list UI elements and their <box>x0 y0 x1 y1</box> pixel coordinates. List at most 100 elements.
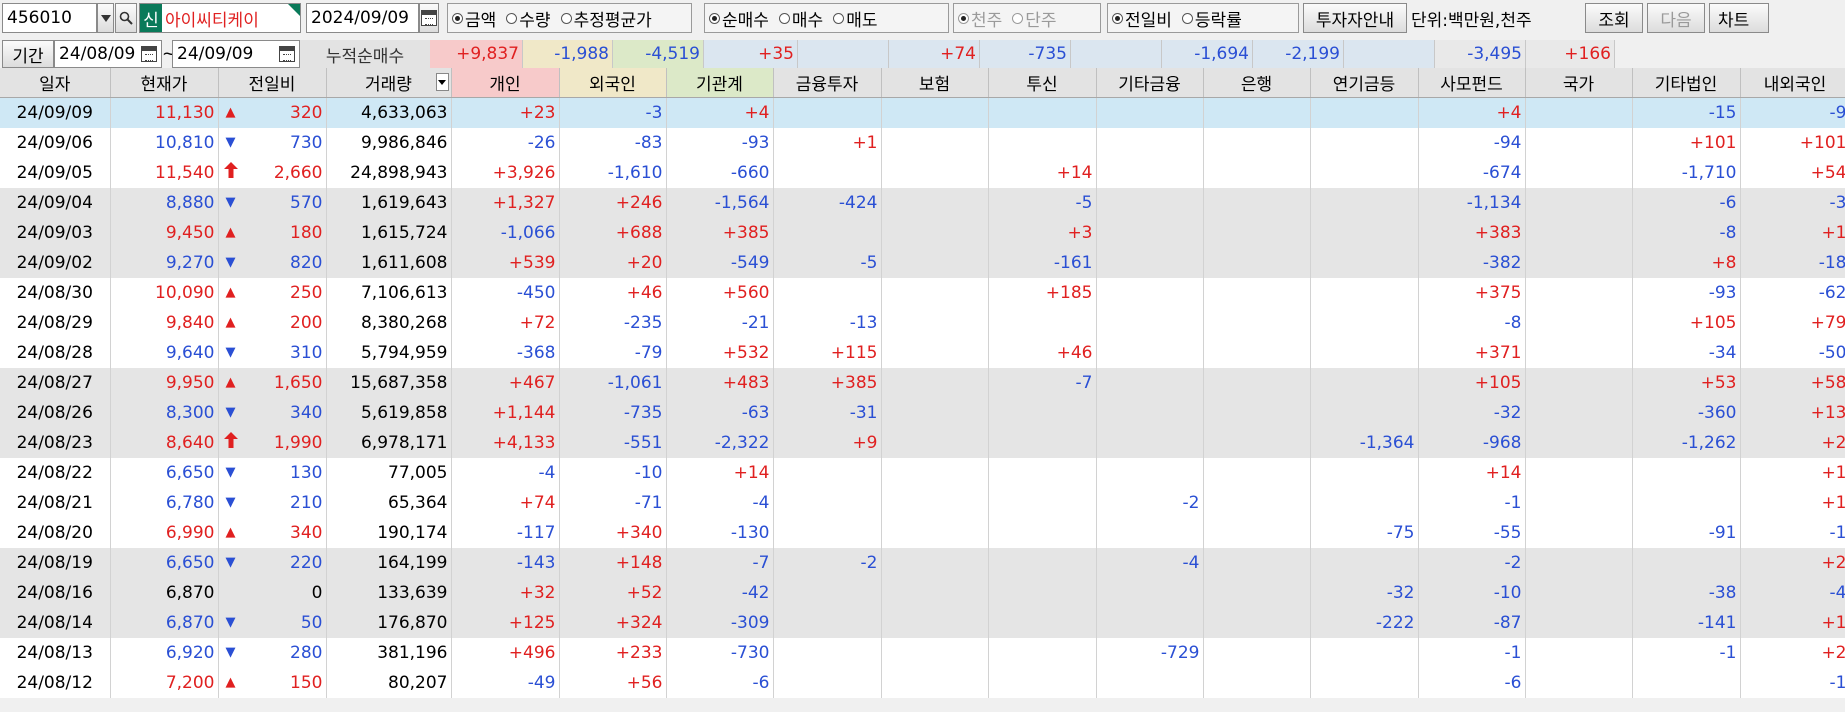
table-row[interactable]: 24/08/12 7,200 ▲ 150 80,207 -49 +56 -6 -6 -1 <box>0 667 1845 698</box>
radio-prev-day[interactable]: 전일비 <box>1112 6 1172 31</box>
cell-volume: 176,870 <box>326 607 452 638</box>
cell-투신 <box>988 397 1097 428</box>
radio-amount[interactable]: 금액 <box>452 6 496 31</box>
column-header-5[interactable]: 외국인 <box>559 68 667 98</box>
column-header-16[interactable]: 내외국인 <box>1740 68 1845 98</box>
table-row[interactable]: 24/08/22 6,650 ▼ 130 77,005 -4 -10 +14 +14 +1 <box>0 457 1845 488</box>
period-to-input[interactable]: 24/09/09 <box>172 40 300 68</box>
change-value: 220 <box>290 552 323 573</box>
radio-change-rate[interactable]: 등락률 <box>1181 6 1242 31</box>
cell-은행 <box>1203 487 1311 518</box>
column-header-1[interactable]: 현재가 <box>110 68 219 98</box>
stock-name-field[interactable]: 신 아이씨티케이 <box>139 3 301 33</box>
table-row[interactable]: 24/08/16 6,870 0 133,639 +32 +52 -42 -32 -10 -38-… <box>0 577 1845 608</box>
table-row[interactable]: 24/08/13 6,920 ▼ 280 381,196 +496 +233 -730 -729… <box>0 637 1845 668</box>
cell-금융투자 <box>773 217 882 248</box>
table-row[interactable]: 24/08/20 6,990 ▲ 340 190,174 -117 +340 -130 -75-… <box>0 517 1845 548</box>
cell-내외국인: +2 <box>1740 637 1845 668</box>
table-row[interactable]: 24/08/30 10,090 ▲ 250 7,106,613 -450 +46 +560 +1… <box>0 277 1845 308</box>
stock-code-input[interactable]: 456010 <box>2 3 97 33</box>
table-row[interactable]: 24/09/05 11,540 2,660 24,898,943 +3,926 -1,61… <box>0 157 1845 188</box>
cell-개인: -450 <box>451 277 560 308</box>
cell-외국인: -71 <box>559 487 667 518</box>
cell-date: 24/08/21 <box>0 487 111 518</box>
cell-기타금융 <box>1096 517 1204 548</box>
cell-보험 <box>881 457 989 488</box>
column-header-2[interactable]: 전일비 <box>218 68 327 98</box>
column-header-13[interactable]: 사모펀드 <box>1418 68 1526 98</box>
change-value: 50 <box>300 612 323 633</box>
cell-기타법인: +105 <box>1632 307 1741 338</box>
radio-net-buy[interactable]: 순매수 <box>709 6 769 31</box>
table-row[interactable]: 24/08/26 8,300 ▼ 340 5,619,858 +1,144 -735 -63-… <box>0 397 1845 428</box>
column-header-10[interactable]: 기타금융 <box>1096 68 1204 98</box>
cell-은행 <box>1203 337 1311 368</box>
triangle-up-icon: ▲ <box>225 225 236 240</box>
cell-기타금융 <box>1096 337 1204 368</box>
column-header-8[interactable]: 보험 <box>881 68 989 98</box>
sort-dropdown-icon[interactable] <box>435 73 449 91</box>
radio-circle-icon <box>560 12 572 24</box>
table-row[interactable]: 24/09/03 9,450 ▲ 180 1,615,724 -1,066 +688 +385… <box>0 217 1845 248</box>
column-header-15[interactable]: 기타법인 <box>1632 68 1741 98</box>
cell-기타법인: -93 <box>1632 277 1741 308</box>
table-row[interactable]: 24/09/09 11,130 ▲ 320 4,633,063 +23 -3 +4 +4 -15-… <box>0 97 1845 128</box>
arrow-up-icon <box>223 162 239 183</box>
table-row[interactable]: 24/09/04 8,880 ▼ 570 1,619,643 +1,327 +246 -1,5… <box>0 187 1845 218</box>
triangle-down-icon: ▼ <box>225 465 236 480</box>
table-row[interactable]: 24/08/21 6,780 ▼ 210 65,364 +74 -71 -4 -2 -1 +1 <box>0 487 1845 518</box>
triangle-down-icon: ▼ <box>225 405 236 420</box>
column-header-11[interactable]: 은행 <box>1203 68 1311 98</box>
column-header-0[interactable]: 일자 <box>0 68 111 98</box>
table-row[interactable]: 24/08/14 6,870 ▼ 50 176,870 +125 +324 -309 -222-… <box>0 607 1845 638</box>
chart-button[interactable]: 차트 <box>1709 3 1769 33</box>
cell-투신 <box>988 457 1097 488</box>
stock-code-dropdown[interactable] <box>97 3 114 33</box>
cell-국가 <box>1525 427 1633 458</box>
cell-국가 <box>1525 217 1633 248</box>
column-header-4[interactable]: 개인 <box>451 68 560 98</box>
table-row[interactable]: 24/08/28 9,640 ▼ 310 5,794,959 -368 -79 +532 +11… <box>0 337 1845 368</box>
column-header-label: 은행 <box>1240 75 1273 95</box>
cell-투신: -5 <box>988 187 1097 218</box>
radio-estimated-avg[interactable]: 추정평균가 <box>560 6 652 31</box>
cell-기관계: -7 <box>666 547 774 578</box>
column-header-3[interactable]: 거래량 <box>326 68 452 98</box>
radio-quantity[interactable]: 수량 <box>506 6 551 31</box>
column-header-14[interactable]: 국가 <box>1525 68 1633 98</box>
table-row[interactable]: 24/08/19 6,650 ▼ 220 164,199 -143 +148 -7 -2 -4 -2… <box>0 547 1845 578</box>
stock-search-button[interactable] <box>115 3 137 33</box>
cell-투신 <box>988 667 1097 698</box>
cell-change: ▼ 820 <box>218 247 327 278</box>
query-date-input[interactable]: 2024/09/09 <box>306 3 419 33</box>
table-row[interactable]: 24/08/29 9,840 ▲ 200 8,380,268 +72 -235 -21 -13 -… <box>0 307 1845 338</box>
calendar-icon[interactable] <box>141 46 157 62</box>
table-row[interactable]: 24/08/27 9,950 ▲ 1,650 15,687,358 +467 -1,061 +… <box>0 367 1845 398</box>
period-from-input[interactable]: 24/08/09 <box>54 40 162 68</box>
cell-change: ▼ 50 <box>218 607 327 638</box>
next-button[interactable]: 다음 <box>1647 3 1705 33</box>
cell-투신: +46 <box>988 337 1097 368</box>
radio-single-shares[interactable]: 단주 <box>1012 6 1057 31</box>
change-value: 210 <box>290 492 323 513</box>
query-date-calendar-button[interactable] <box>419 3 439 33</box>
column-header-6[interactable]: 기관계 <box>666 68 774 98</box>
radio-sell[interactable]: 매도 <box>833 6 877 31</box>
calendar-icon[interactable] <box>279 46 295 62</box>
radio-circle-icon <box>1012 12 1024 24</box>
cell-금융투자 <box>773 157 882 188</box>
query-button[interactable]: 조회 <box>1585 3 1643 33</box>
cell-date: 24/08/13 <box>0 637 111 668</box>
column-header-7[interactable]: 금융투자 <box>773 68 882 98</box>
table-row[interactable]: 24/09/02 9,270 ▼ 820 1,611,608 +539 +20 -549 -5 -… <box>0 247 1845 278</box>
radio-thousand-shares[interactable]: 천주 <box>958 6 1002 31</box>
triangle-up-icon: ▲ <box>225 525 236 540</box>
cell-change: ▲ 1,650 <box>218 367 327 398</box>
table-row[interactable]: 24/08/23 8,640 1,990 6,978,171 +4,133 -551 -2,… <box>0 427 1845 458</box>
column-header-9[interactable]: 투신 <box>988 68 1097 98</box>
investor-guide-button[interactable]: 투자자안내 <box>1303 3 1407 33</box>
table-row[interactable]: 24/09/06 10,810 ▼ 730 9,986,846 -26 -83 -93 +1 -9… <box>0 127 1845 158</box>
radio-buy[interactable]: 매수 <box>778 6 823 31</box>
unit-text: 단위:백만원,천주 <box>1411 10 1532 31</box>
column-header-12[interactable]: 연기금등 <box>1310 68 1419 98</box>
